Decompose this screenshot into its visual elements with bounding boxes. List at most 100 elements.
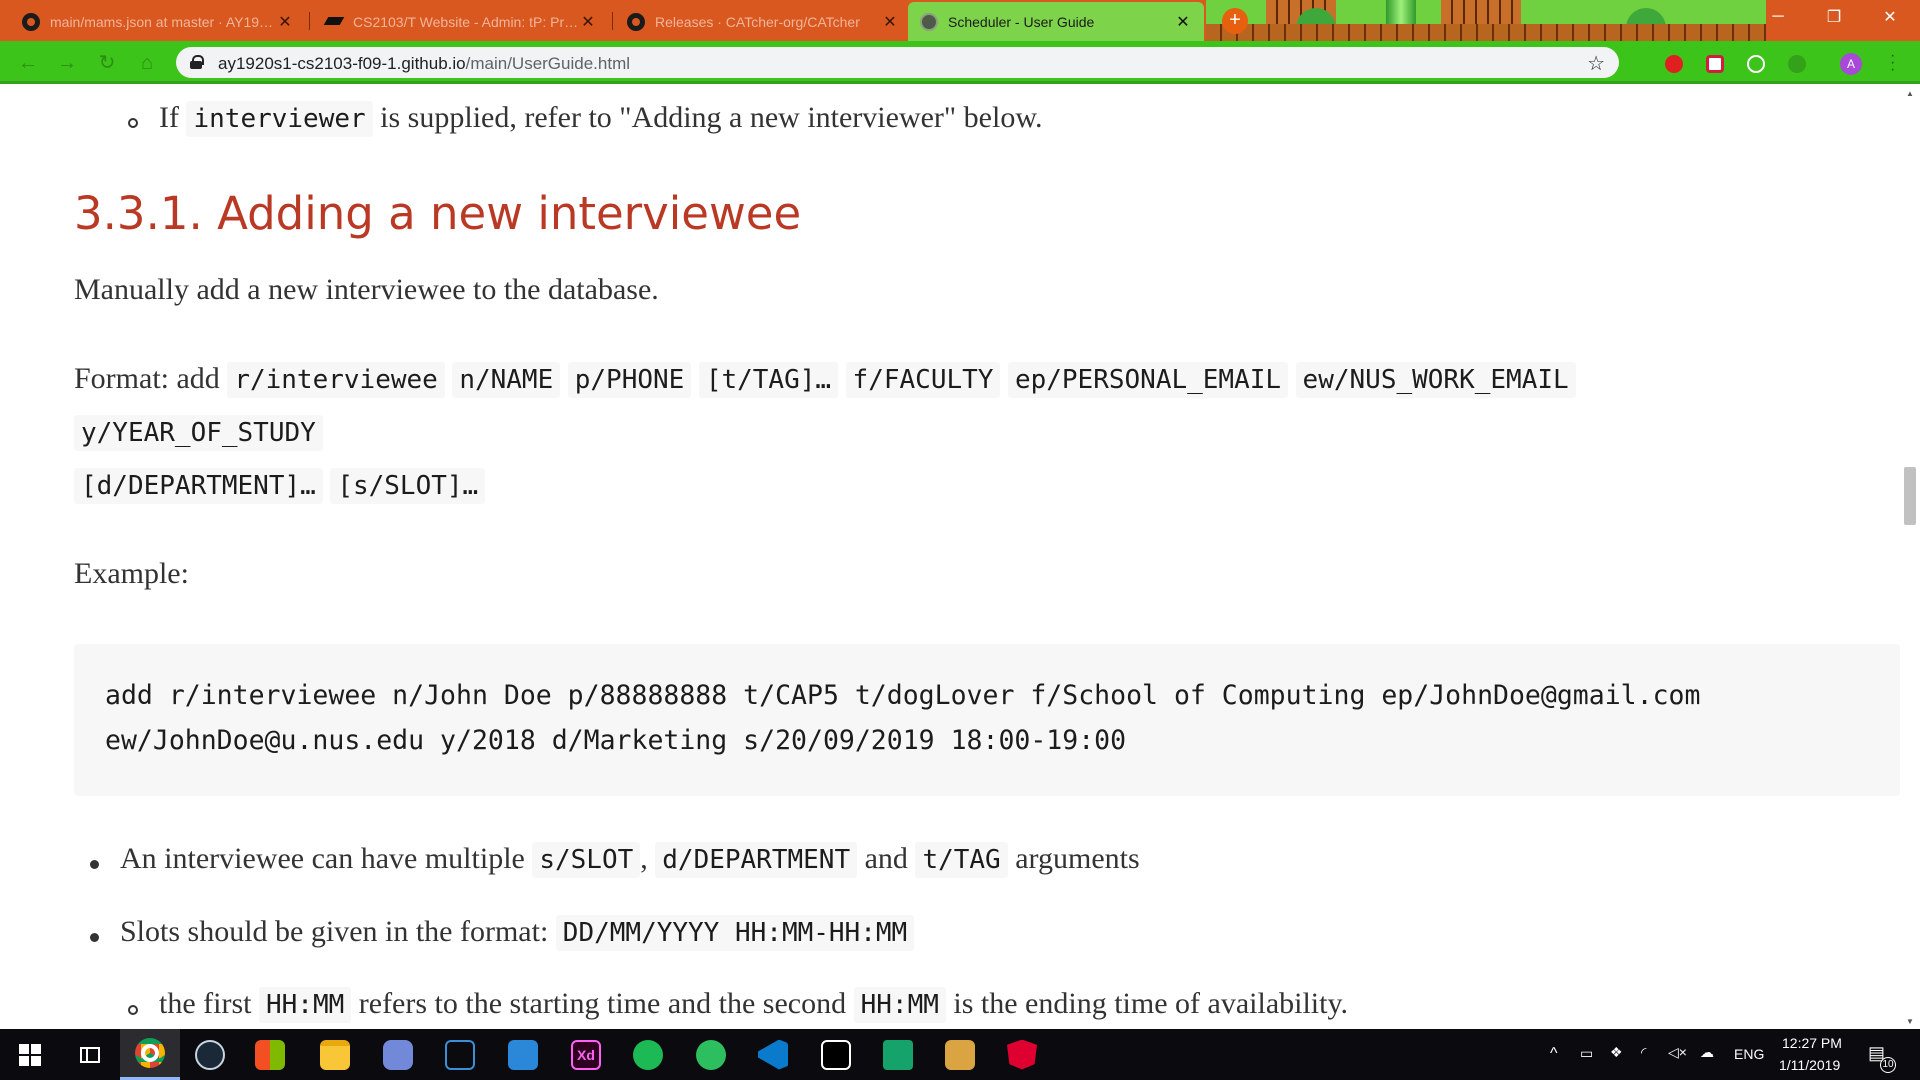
vertical-scrollbar[interactable]: ▲ ▼ [1900,87,1920,1029]
sub-bullet [128,1005,138,1015]
tray-chevron-icon[interactable]: ^ [1550,1045,1558,1063]
code-slot-format: DD/MM/YYYY HH:MM-HH:MM [555,915,915,951]
section-heading: 3.3.1. Adding a new interviewee [74,187,802,240]
volume-muted-icon[interactable]: ◁× [1668,1044,1687,1061]
clock-date[interactable]: 1/11/2019 [1779,1057,1840,1073]
notification-count-badge: 10 [1880,1057,1896,1073]
file-explorer-icon[interactable] [305,1029,365,1080]
url-host: ay1920s1-cs2103-f09-1.github.io [218,54,466,73]
tab-title: main/mams.json at master · AY1920S1-CS21… [50,13,276,30]
xd-icon[interactable]: Xd [556,1029,616,1080]
react-devtools-icon[interactable] [1747,55,1765,73]
close-window-button[interactable]: ✕ [1862,0,1918,34]
format-label: Format: add [74,362,220,395]
format-line-1: Format: add r/interviewee n/NAME p/PHONE… [74,362,1576,398]
evernote-icon[interactable] [681,1029,741,1080]
format-arg: f/FACULTY [845,362,1001,398]
discord-icon[interactable] [368,1029,428,1080]
microsoft-store-icon[interactable] [240,1029,300,1080]
onedrive-icon[interactable]: ☁ [1700,1044,1714,1061]
example-code-block: add r/interviewee n/John Doe p/88888888 … [74,644,1900,796]
bullet [90,933,99,942]
app-icon[interactable] [868,1029,928,1080]
profile-avatar[interactable]: A [1840,53,1862,75]
spotify-icon[interactable] [618,1029,678,1080]
dropbox-icon[interactable]: ❖ [1610,1044,1623,1061]
vscode-icon[interactable] [743,1029,803,1080]
scroll-up-icon[interactable]: ▲ [1900,87,1920,101]
tab-cs2103-website[interactable]: CS2103/T Website - Admin: tP: Project ✕ [313,2,609,41]
back-button[interactable]: ← [16,51,40,75]
format-arg: [d/DEPARTMENT]… [74,468,323,504]
language-indicator[interactable]: ENG [1734,1046,1764,1062]
photo-app-icon[interactable] [493,1029,553,1080]
tab-close-icon[interactable]: ✕ [276,12,294,32]
example-label: Example: [74,557,189,590]
wifi-icon[interactable]: ◜ [1641,1044,1646,1061]
graduation-cap-icon [325,13,343,31]
lock-icon [190,55,204,69]
minimize-button[interactable]: ─ [1750,0,1806,34]
adblock-extension-icon[interactable] [1665,55,1683,73]
tab-close-icon[interactable]: ✕ [1174,12,1192,32]
bullet-time-explanation: the first HH:MM refers to the starting t… [159,987,1348,1023]
tab-scheduler-user-guide[interactable]: Scheduler - User Guide ✕ [908,2,1204,41]
format-line-2: y/YEAR_OF_STUDY [74,415,323,451]
chrome-icon[interactable] [120,1029,180,1080]
browser-menu-icon[interactable]: · · · [1890,48,1896,78]
tab-title: Releases · CATcher-org/CATcher [655,13,860,30]
maximize-button[interactable]: ❐ [1806,0,1862,34]
forward-button[interactable]: → [55,51,79,75]
browser-theme-art [1206,0,1766,41]
example-code-line: add r/interviewee n/John Doe p/88888888 … [105,680,1701,711]
battery-icon[interactable]: ▭ [1580,1045,1593,1062]
bullet-multiple-args: An interviewee can have multiple s/SLOT,… [120,842,1140,878]
sub-bullet [128,118,138,128]
tab-close-icon[interactable]: ✕ [579,12,597,32]
reload-button[interactable]: ↻ [95,51,119,75]
new-tab-button[interactable]: + [1222,8,1248,34]
bookmark-star-icon[interactable]: ☆ [1587,51,1605,76]
home-button[interactable]: ⌂ [135,51,159,75]
steam-icon[interactable] [180,1029,240,1080]
scrollbar-thumb[interactable] [1904,467,1916,525]
format-arg: [t/TAG]… [698,362,839,398]
tab-strip: main/mams.json at master · AY1920S1-CS21… [0,0,1920,41]
tab-catcher-releases[interactable]: Releases · CATcher-org/CATcher ✕ [615,2,911,41]
format-arg: n/NAME [452,362,561,398]
code-department: d/DEPARTMENT [655,842,858,878]
url-text[interactable]: ay1920s1-cs2103-f09-1.github.io/main/Use… [218,54,630,74]
contacts-icon[interactable] [930,1029,990,1080]
browser-toolbar: ← → ↻ ⌂ ay1920s1-cs2103-f09-1.github.io/… [0,41,1920,84]
format-arg: [s/SLOT]… [330,468,486,504]
task-view-icon[interactable] [60,1029,120,1080]
globe-icon [920,12,938,31]
tab-close-icon[interactable]: ✕ [881,12,899,32]
windows-taskbar: Xd ^ ▭ ❖ ◜ ◁× ☁ ENG 12:27 PM 1/11/2019 ▤… [0,1029,1920,1080]
address-bar[interactable]: ay1920s1-cs2103-f09-1.github.io/main/Use… [176,47,1619,78]
scroll-down-icon[interactable]: ▼ [1900,1015,1920,1029]
page-content: If interviewer is supplied, refer to "Ad… [0,87,1900,1029]
code-hhmm: HH:MM [258,987,352,1023]
windows-start-icon[interactable] [0,1029,60,1080]
code-interviewer: interviewer [186,101,373,137]
clock-time[interactable]: 12:27 PM [1782,1035,1842,1051]
format-arg: p/PHONE [567,362,692,398]
code-hhmm: HH:MM [853,987,946,1023]
angular-icon[interactable] [992,1029,1052,1080]
format-line-3: [d/DEPARTMENT]… [s/SLOT]… [74,468,486,504]
tab-title: CS2103/T Website - Admin: tP: Project [353,13,579,30]
format-arg: y/YEAR_OF_STUDY [74,415,323,451]
github-icon [627,12,645,31]
photos-icon[interactable] [430,1029,490,1080]
format-arg: r/interviewee [227,362,445,398]
tab-title: Scheduler - User Guide [948,13,1095,30]
extension-icon[interactable] [1788,55,1806,73]
intellij-icon[interactable] [806,1029,866,1080]
tab-mams-json[interactable]: main/mams.json at master · AY1920S1-CS21… [10,2,306,41]
interviewer-note: If interviewer is supplied, refer to "Ad… [159,101,1043,137]
format-arg: ep/PERSONAL_EMAIL [1007,362,1289,398]
pocket-extension-icon[interactable] [1706,55,1724,73]
section-description: Manually add a new interviewee to the da… [74,273,659,306]
code-slot: s/SLOT [532,842,641,878]
